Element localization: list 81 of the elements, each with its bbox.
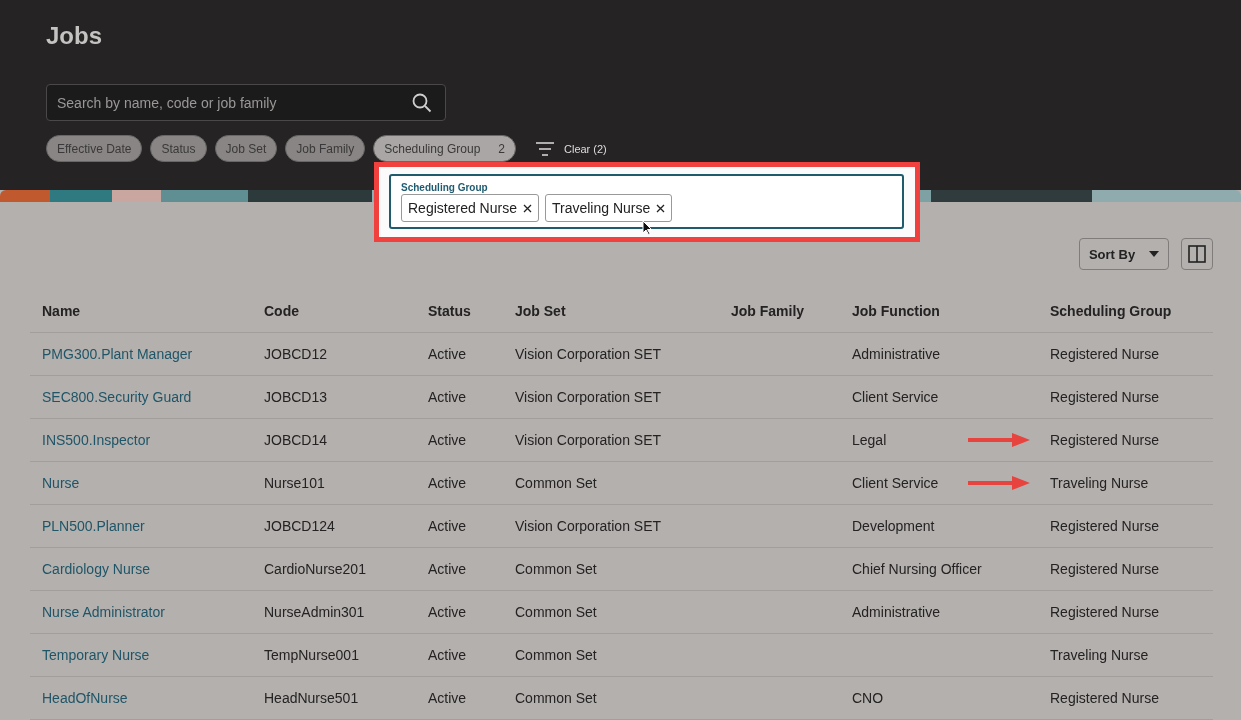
table-cell: Registered Nurse [1050,690,1159,706]
table-cell: Registered Nurse [1050,432,1159,448]
filter-chip[interactable]: Job Family [285,135,366,162]
search-field[interactable]: Search by name, code or job family [46,84,446,121]
clear-filters-button[interactable]: Clear (2) [536,141,607,156]
panel-toggle-button[interactable] [1181,238,1213,270]
table-cell: Active [428,690,467,706]
remove-icon[interactable] [656,203,666,213]
columns-icon [1188,245,1206,263]
table-cell: Common Set [515,475,597,491]
table-cell: Active [428,346,467,362]
job-name-link[interactable]: INS500.Inspector [42,432,151,448]
table-cell: Nurse101 [264,475,325,491]
column-header[interactable]: Name [30,289,252,332]
filter-icon [536,141,554,156]
job-name-link[interactable]: Nurse [42,475,80,491]
page-title: Jobs [46,21,103,51]
caret-icon [1149,251,1160,257]
table-cell: Traveling Nurse [1050,475,1149,491]
table-cell: Common Set [515,561,597,577]
table-cell: Traveling Nurse [1050,647,1149,663]
search-icon [412,93,432,113]
column-header[interactable]: Status [416,289,503,332]
table-cell: Common Set [515,604,597,620]
job-name-link[interactable]: Cardiology Nurse [42,561,151,577]
table-cell: JOBCD14 [264,432,328,448]
table-cell: Vision Corporation SET [515,432,662,448]
table-cell: JOBCD124 [264,518,335,534]
table-cell: Client Service [852,389,939,405]
column-header[interactable]: Job Function [840,289,1038,332]
column-header[interactable]: Code [252,289,416,332]
table-cell: TempNurse001 [264,647,359,663]
table-cell: JOBCD12 [264,346,328,362]
mouse-cursor-icon [642,220,652,235]
table-cell: Chief Nursing Officer [852,561,982,577]
table-cell: Registered Nurse [1050,561,1159,577]
table-cell: Registered Nurse [1050,346,1159,362]
selected-token[interactable]: Traveling Nurse [544,194,673,222]
table-cell: CNO [852,690,884,706]
filter-chip[interactable]: Effective Date [46,135,143,162]
selected-token[interactable]: Registered Nurse [401,194,539,222]
table-cell: Active [428,389,467,405]
table-cell: Legal [852,432,887,448]
job-name-link[interactable]: PLN500.Planner [42,518,145,534]
table-cell: NurseAdmin301 [264,604,365,620]
column-header[interactable]: Job Set [503,289,719,332]
table-cell: Active [428,561,467,577]
table-cell: Registered Nurse [1050,389,1159,405]
table-cell: Vision Corporation SET [515,518,662,534]
job-name-link[interactable]: Temporary Nurse [42,647,150,663]
job-name-link[interactable]: PMG300.Plant Manager [42,346,193,362]
table-cell: Client Service [852,475,939,491]
sort-button[interactable]: Sort By [1079,238,1169,270]
job-name-link[interactable]: HeadOfNurse [42,690,128,706]
filter-chip[interactable]: Scheduling Group 2 [373,135,516,162]
column-header[interactable]: Scheduling Group [1038,289,1213,332]
table-cell: Administrative [852,604,940,620]
table-cell: Development [852,518,935,534]
table-cell: Active [428,647,467,663]
table-cell: CardioNurse201 [264,561,366,577]
table-cell: Common Set [515,690,597,706]
remove-icon[interactable] [522,203,532,213]
job-name-link[interactable]: Nurse Administrator [42,604,165,620]
table-cell: Active [428,475,467,491]
table-cell: Vision Corporation SET [515,346,662,362]
table-cell: HeadNurse501 [264,690,359,706]
table-cell: Common Set [515,647,597,663]
table-cell: Active [428,604,467,620]
scheduling-group-field[interactable]: Scheduling Group Registered Nurse Traveling Nurse [389,174,904,229]
table-cell: Registered Nurse [1050,518,1159,534]
field-label: Scheduling Group [401,182,489,193]
table-cell: Active [428,432,467,448]
filter-chip[interactable]: Job Set [214,135,278,162]
filter-chip[interactable]: Status [150,135,207,162]
column-header[interactable]: Job Family [719,289,840,332]
table-cell: JOBCD13 [264,389,328,405]
table-cell: Registered Nurse [1050,604,1159,620]
table-cell: Active [428,518,467,534]
table-cell: Administrative [852,346,940,362]
table-cell: Vision Corporation SET [515,389,662,405]
job-name-link[interactable]: SEC800.Security Guard [42,389,192,405]
